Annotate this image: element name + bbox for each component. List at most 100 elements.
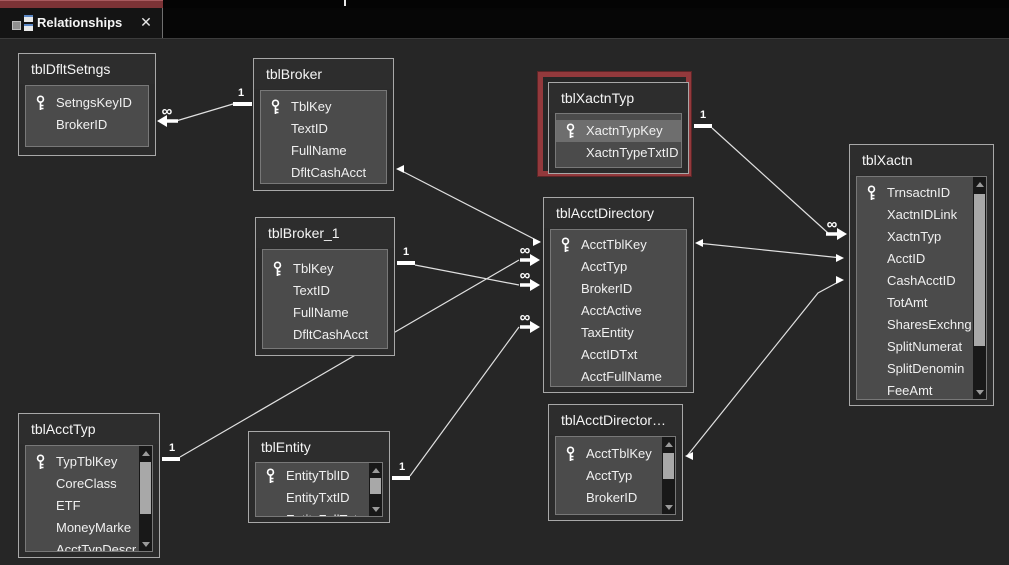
field-row[interactable]: AcctTyp: [556, 465, 675, 487]
close-icon[interactable]: ✕: [136, 14, 156, 31]
table-title[interactable]: tblAcctDirectory: [544, 198, 693, 228]
field-row-highlighted[interactable]: XactnTypKey: [556, 120, 681, 142]
field-row[interactable]: TblKey: [261, 96, 386, 118]
cardinality-one: 1: [168, 442, 176, 454]
field-list: TblKey TextID FullName DfltCashAcct: [260, 90, 387, 184]
scroll-up-icon[interactable]: [973, 177, 986, 191]
field-list: TrnsactnID XactnIDLink XactnTyp AcctID C…: [856, 176, 987, 400]
field-row[interactable]: AcctTyp: [551, 256, 686, 278]
cardinality-many: ∞: [826, 216, 838, 233]
field-row[interactable]: DfltCashAcct: [263, 324, 387, 346]
text-cursor-artifact: [344, 0, 346, 6]
field-row[interactable]: XactnTypeTxtID: [556, 142, 681, 164]
primary-key-icon: [35, 454, 46, 473]
scroll-down-icon[interactable]: [973, 385, 986, 399]
tab-relationships[interactable]: Relationships ✕: [0, 8, 163, 38]
field-row[interactable]: AcctIDTxt: [551, 344, 686, 366]
scroll-down-icon[interactable]: [369, 502, 382, 516]
scrollbar-thumb[interactable]: [140, 462, 151, 514]
field-list: TypTblKey CoreClass ETF MoneyMarke AcctT…: [25, 445, 153, 552]
relationships-window: Relationships ✕ 1 ∞ 1 ∞ 1 ∞ 1 ∞ 1 ∞ tblD…: [0, 0, 1009, 565]
table-title[interactable]: tblAcctTyp: [19, 414, 159, 444]
field-row[interactable]: CashAcctID: [857, 270, 986, 292]
field-row[interactable]: TblKey: [263, 258, 387, 280]
field-list: AcctTblKey AcctTyp BrokerID AcctActive T…: [550, 229, 687, 387]
field-row[interactable]: MoneyMarke: [26, 517, 152, 539]
relationships-canvas[interactable]: 1 ∞ 1 ∞ 1 ∞ 1 ∞ 1 ∞ tblDfltSetngs Setngs…: [0, 38, 1009, 565]
primary-key-icon: [270, 99, 281, 118]
table-title[interactable]: tblAcctDirector…: [549, 405, 682, 435]
scroll-down-icon[interactable]: [662, 500, 675, 514]
cardinality-one: 1: [402, 246, 410, 258]
field-row[interactable]: AcctTblKey: [551, 234, 686, 256]
field-list: EntityTblID EntityTxtID EntityFullTxt: [255, 462, 383, 517]
table-tblAcctDirectory_1[interactable]: tblAcctDirector… AcctTblKey AcctTyp Brok…: [548, 404, 683, 521]
field-row[interactable]: XactnTyp: [857, 226, 986, 248]
field-row[interactable]: XactnIDLink: [857, 204, 986, 226]
field-row[interactable]: SplitDenomin: [857, 358, 986, 380]
field-row[interactable]: EntityTxtID: [256, 487, 382, 509]
field-row[interactable]: AcctActive: [551, 300, 686, 322]
field-row[interactable]: TaxEntity: [551, 322, 686, 344]
field-row[interactable]: AcctFullName: [551, 366, 686, 386]
field-list: SetngsKeyID BrokerID: [25, 85, 149, 147]
selected-table-border: tblXactnTyp XactnTypKey XactnTypeTxtID: [537, 71, 692, 177]
field-row[interactable]: FeeAmt: [857, 380, 986, 399]
scrollbar-thumb[interactable]: [974, 194, 985, 346]
table-tblBroker_1[interactable]: tblBroker_1 TblKey TextID FullName DfltC…: [255, 217, 395, 356]
field-row[interactable]: ETF: [26, 495, 152, 517]
table-title[interactable]: tblDfltSetngs: [19, 54, 155, 84]
field-row[interactable]: EntityFullTxt: [256, 509, 382, 516]
vertical-scrollbar[interactable]: [369, 463, 382, 516]
table-tblAcctTyp[interactable]: tblAcctTyp TypTblKey CoreClass ETF Money…: [18, 413, 160, 558]
field-row[interactable]: BrokerID: [26, 114, 148, 136]
primary-key-icon: [560, 237, 571, 256]
field-row[interactable]: DfltCashAcct: [261, 162, 386, 183]
vertical-scrollbar[interactable]: [662, 437, 675, 514]
primary-key-icon: [565, 123, 576, 142]
field-row[interactable]: TotAmt: [857, 292, 986, 314]
field-row[interactable]: AcctActive: [556, 509, 675, 514]
scroll-up-icon[interactable]: [662, 437, 675, 451]
field-row[interactable]: AcctTypDescr: [26, 539, 152, 551]
field-row[interactable]: AcctID: [857, 248, 986, 270]
field-row[interactable]: SetngsKeyID: [26, 92, 148, 114]
field-row[interactable]: BrokerID: [556, 487, 675, 509]
table-tblXactnTyp[interactable]: tblXactnTyp XactnTypKey XactnTypeTxtID: [548, 82, 689, 174]
scrollbar-thumb[interactable]: [370, 478, 381, 494]
field-row[interactable]: SplitNumerat: [857, 336, 986, 358]
vertical-scrollbar[interactable]: [139, 446, 152, 551]
table-title[interactable]: tblEntity: [249, 432, 389, 462]
field-row[interactable]: BrokerID: [551, 278, 686, 300]
field-row[interactable]: TrnsactnID: [857, 182, 986, 204]
field-row[interactable]: FullName: [263, 302, 387, 324]
table-tblXactn[interactable]: tblXactn TrnsactnID XactnIDLink XactnTyp…: [849, 144, 994, 406]
table-tblBroker[interactable]: tblBroker TblKey TextID FullName DfltCas…: [253, 58, 394, 191]
field-row[interactable]: TextID: [261, 118, 386, 140]
table-title[interactable]: tblXactnTyp: [549, 83, 688, 113]
field-row[interactable]: SharesExchng: [857, 314, 986, 336]
field-row[interactable]: CoreClass: [26, 473, 152, 495]
table-tblAcctDirectory[interactable]: tblAcctDirectory AcctTblKey AcctTyp Brok…: [543, 197, 694, 393]
scrollbar-thumb[interactable]: [663, 453, 674, 479]
cardinality-many: ∞: [161, 103, 173, 120]
primary-key-icon: [272, 261, 283, 280]
table-title[interactable]: tblBroker: [254, 59, 393, 89]
vertical-scrollbar[interactable]: [973, 177, 986, 399]
scroll-up-icon[interactable]: [369, 463, 382, 477]
table-title[interactable]: tblBroker_1: [256, 218, 394, 248]
cardinality-one: 1: [398, 461, 406, 473]
field-row[interactable]: FullName: [261, 140, 386, 162]
cardinality-one: 1: [699, 109, 707, 121]
scroll-down-icon[interactable]: [139, 537, 152, 551]
table-title[interactable]: tblXactn: [850, 145, 993, 175]
tab-title: Relationships: [37, 15, 123, 30]
tab-bar: Relationships ✕: [0, 8, 1009, 38]
field-row[interactable]: TextID: [263, 280, 387, 302]
field-row[interactable]: TypTblKey: [26, 451, 152, 473]
scroll-up-icon[interactable]: [139, 446, 152, 460]
field-row[interactable]: AcctTblKey: [556, 443, 675, 465]
field-row[interactable]: EntityTblID: [256, 465, 382, 487]
table-tblDfltSetngs[interactable]: tblDfltSetngs SetngsKeyID BrokerID: [18, 53, 156, 156]
table-tblEntity[interactable]: tblEntity EntityTblID EntityTxtID Entity…: [248, 431, 390, 523]
